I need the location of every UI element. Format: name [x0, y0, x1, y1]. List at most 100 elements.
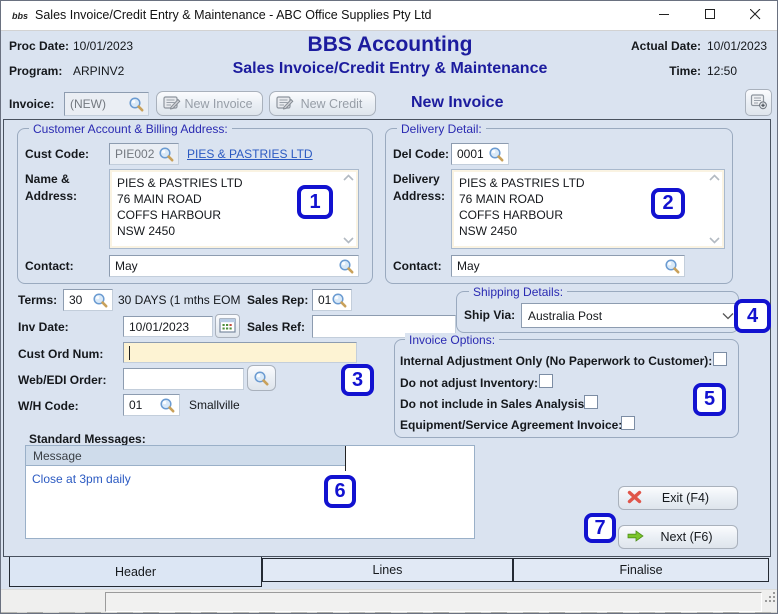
- scroll-up-icon[interactable]: [341, 174, 356, 182]
- inv-date-label: Inv Date:: [18, 320, 69, 334]
- billing-contact-lookup-icon[interactable]: [338, 258, 355, 275]
- tab-header[interactable]: Header: [9, 557, 262, 587]
- delivery-contact-lookup-icon[interactable]: [664, 258, 681, 275]
- cust-ord-num-input[interactable]: [123, 342, 357, 363]
- close-icon: [749, 8, 761, 23]
- next-arrow-icon: [627, 529, 644, 545]
- invoice-number-value: (NEW): [70, 97, 106, 111]
- new-record-button[interactable]: [745, 89, 772, 116]
- cust-code-field[interactable]: PIE002: [109, 143, 179, 165]
- terms-label: Terms:: [18, 293, 58, 307]
- option-no-sales-analysis-label: Do not include in Sales Analysis:: [400, 397, 589, 411]
- web-edi-lookup-icon: [253, 370, 270, 387]
- web-edi-lookup-button[interactable]: [247, 365, 276, 391]
- scroll-up-icon[interactable]: [707, 174, 722, 182]
- new-invoice-icon: [163, 95, 181, 113]
- tab-finalise[interactable]: Finalise: [513, 558, 769, 582]
- window-title: Sales Invoice/Credit Entry & Maintenance…: [35, 8, 432, 22]
- option-no-sales-analysis-checkbox[interactable]: [584, 395, 598, 409]
- billing-contact-label: Contact:: [25, 259, 74, 273]
- actual-date-label: Actual Date:: [630, 39, 701, 53]
- minimize-button[interactable]: [641, 1, 687, 30]
- actual-date-value: 10/01/2023: [707, 39, 768, 53]
- time-value: 12:50: [707, 64, 738, 78]
- scroll-down-icon[interactable]: [707, 236, 722, 244]
- option-internal-adjustment-checkbox[interactable]: [713, 352, 727, 366]
- standard-messages-table[interactable]: Message Close at 3pm daily: [25, 445, 475, 539]
- maximize-icon: [704, 8, 716, 23]
- document-plus-icon: [750, 93, 768, 113]
- new-credit-icon: [276, 95, 294, 113]
- wh-code-label: W/H Code:: [18, 399, 79, 413]
- standard-messages-label: Standard Messages:: [29, 432, 146, 446]
- annotation-5: 5: [693, 383, 726, 416]
- del-code-label: Del Code:: [393, 147, 450, 161]
- inv-date-field[interactable]: 10/01/2023: [123, 316, 213, 337]
- cust-code-lookup-icon[interactable]: [158, 146, 175, 163]
- option-service-agreement-label: Equipment/Service Agreement Invoice:: [400, 418, 623, 432]
- title-bar[interactable]: bbs Sales Invoice/Credit Entry & Mainten…: [1, 1, 777, 31]
- application-window: bbs Sales Invoice/Credit Entry & Mainten…: [0, 0, 778, 614]
- status-bar: [1, 589, 777, 613]
- exit-x-icon: [627, 490, 642, 507]
- wh-name-text: Smallville: [189, 398, 240, 412]
- close-button[interactable]: [732, 1, 777, 30]
- del-code-field[interactable]: 0001: [451, 143, 509, 165]
- wh-code-lookup-icon[interactable]: [159, 397, 176, 414]
- new-invoice-button[interactable]: New Invoice: [156, 91, 263, 116]
- sales-rep-lookup-icon[interactable]: [331, 292, 348, 309]
- shipping-group-title: Shipping Details:: [469, 285, 568, 299]
- time-label: Time:: [669, 64, 701, 78]
- ship-via-label: Ship Via:: [464, 308, 516, 322]
- chevron-down-icon: [722, 309, 734, 323]
- calendar-button[interactable]: [215, 314, 240, 338]
- ship-via-dropdown[interactable]: Australia Post: [521, 303, 739, 328]
- invoice-options-title: Invoice Options:: [405, 333, 500, 347]
- option-no-inventory-label: Do not adjust Inventory:: [400, 376, 538, 390]
- maximize-button[interactable]: [687, 1, 733, 30]
- sales-rep-label: Sales Rep:: [247, 293, 309, 307]
- option-service-agreement-checkbox[interactable]: [621, 416, 635, 430]
- message-column-header[interactable]: Message: [26, 446, 345, 466]
- customer-group-title: Customer Account & Billing Address:: [29, 122, 232, 136]
- customer-account-link[interactable]: PIES & PASTRIES LTD: [187, 147, 313, 161]
- annotation-6: 6: [324, 475, 356, 508]
- annotation-4: 4: [734, 299, 771, 333]
- invoice-number-field[interactable]: (NEW): [64, 92, 149, 116]
- tab-lines[interactable]: Lines: [262, 558, 513, 582]
- new-credit-button[interactable]: New Credit: [269, 91, 376, 116]
- cust-ord-num-label: Cust Ord Num:: [18, 347, 104, 361]
- delivery-contact-field[interactable]: May: [451, 255, 685, 277]
- invoice-label: Invoice:: [9, 97, 55, 111]
- annotation-7: 7: [584, 513, 616, 543]
- app-logo-icon: bbs: [11, 11, 28, 21]
- annotation-3: 3: [341, 364, 374, 396]
- sales-ref-label: Sales Ref:: [247, 320, 306, 334]
- minimize-icon: [658, 9, 670, 23]
- text-cursor: [129, 346, 130, 360]
- message-row[interactable]: Close at 3pm daily: [32, 472, 131, 486]
- scroll-down-icon[interactable]: [341, 236, 356, 244]
- billing-contact-field[interactable]: May: [109, 255, 359, 277]
- delivery-contact-label: Contact:: [393, 259, 442, 273]
- web-edi-order-input[interactable]: [123, 368, 244, 390]
- option-no-inventory-checkbox[interactable]: [539, 374, 553, 388]
- invoice-status-text: New Invoice: [411, 94, 504, 111]
- terms-field[interactable]: 30: [63, 289, 113, 311]
- terms-description: 30 DAYS (1 mths EOM: [118, 293, 241, 307]
- wh-code-field[interactable]: 01: [123, 394, 180, 416]
- del-code-lookup-icon[interactable]: [488, 146, 505, 163]
- web-edi-order-label: Web/EDI Order:: [18, 373, 107, 387]
- cust-code-label: Cust Code:: [25, 147, 89, 161]
- calendar-icon: [219, 317, 236, 336]
- exit-button[interactable]: Exit (F4): [618, 486, 738, 510]
- next-button[interactable]: Next (F6): [618, 525, 738, 549]
- sales-rep-field[interactable]: 01: [312, 289, 352, 311]
- invoice-lookup-icon[interactable]: [128, 96, 145, 113]
- option-internal-adjustment-label: Internal Adjustment Only (No Paperwork t…: [400, 354, 713, 368]
- resize-grip-icon[interactable]: [764, 591, 777, 607]
- annotation-1: 1: [297, 185, 333, 219]
- message-column-divider[interactable]: [345, 446, 346, 471]
- delivery-address-label: Delivery Address:: [393, 172, 446, 203]
- terms-lookup-icon[interactable]: [92, 292, 109, 309]
